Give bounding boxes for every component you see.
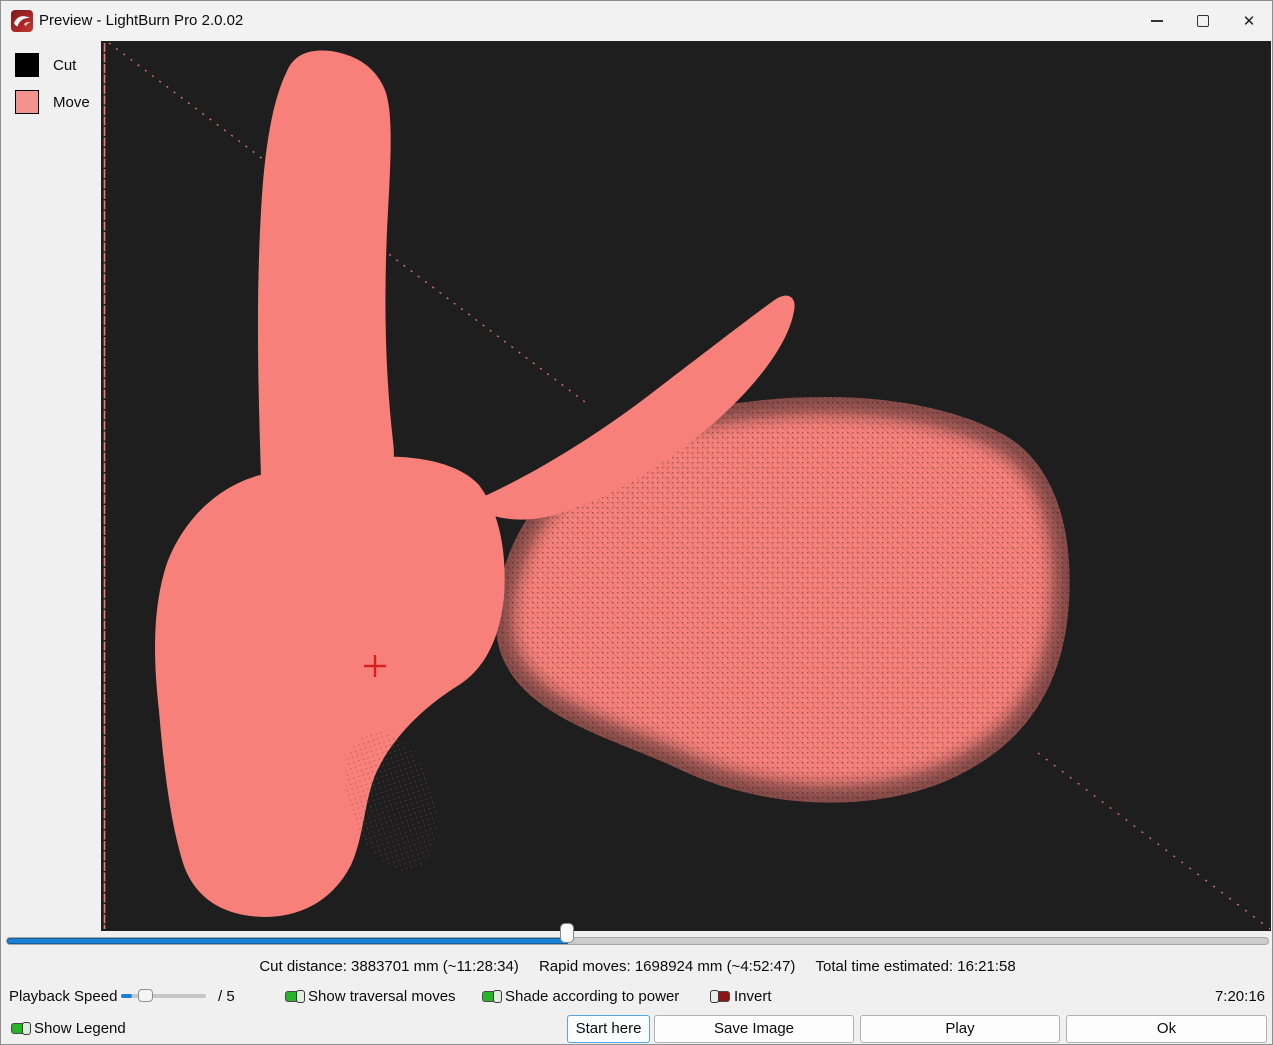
speed-groove [121, 994, 206, 998]
move-color-swatch [15, 90, 39, 114]
playback-speed-slider[interactable] [121, 988, 206, 1004]
toggle-invert[interactable] [711, 991, 730, 1002]
toggle-knob [710, 990, 719, 1003]
bunny-left-ear [258, 51, 394, 481]
rapid-moves-text: Rapid moves: 1698924 mm (~4:52:47) [539, 958, 795, 975]
playback-speed-label: Playback Speed [9, 988, 117, 1005]
laser-preview-render [101, 41, 1271, 931]
maximize-button[interactable] [1180, 1, 1226, 41]
preview-window: Preview - LightBurn Pro 2.0.02 ✕ Cut Mov… [0, 0, 1273, 1045]
titlebar: Preview - LightBurn Pro 2.0.02 ✕ [1, 1, 1272, 41]
cut-distance-text: Cut distance: 3883701 mm (~11:28:34) [259, 958, 518, 975]
cut-color-swatch [15, 53, 39, 77]
preview-canvas [101, 41, 1271, 931]
toggle-knob [22, 1022, 31, 1035]
show-traversal-moves-label: Show traversal moves [308, 988, 456, 1005]
maximize-icon [1197, 15, 1209, 27]
legend-item-cut: Cut [15, 53, 39, 77]
start-here-button[interactable]: Start here [567, 1015, 650, 1043]
controls-row: Playback Speed / 5 Show traversal moves … [1, 985, 1273, 1011]
play-button[interactable]: Play [860, 1015, 1060, 1043]
progress-handle[interactable] [560, 923, 574, 943]
bunny-head [155, 457, 505, 917]
legend-panel: Cut Move [1, 41, 101, 931]
legend-label-move: Move [53, 94, 90, 111]
speed-divisor: / 5 [218, 988, 235, 1005]
toggle-knob [296, 990, 305, 1003]
progress-track[interactable] [6, 937, 1269, 945]
save-image-button[interactable]: Save Image [654, 1015, 854, 1043]
window-title: Preview - LightBurn Pro 2.0.02 [39, 1, 243, 41]
speed-handle[interactable] [138, 989, 153, 1002]
close-icon: ✕ [1243, 12, 1256, 30]
legend-item-move: Move [15, 90, 39, 114]
ok-button[interactable]: Ok [1066, 1015, 1267, 1043]
toggle-show-traversal-moves[interactable] [285, 991, 304, 1002]
toggle-shade-according-to-power[interactable] [482, 991, 501, 1002]
minimize-icon [1151, 20, 1163, 21]
status-bar: Cut distance: 3883701 mm (~11:28:34) Rap… [1, 958, 1273, 975]
shade-according-to-power-label: Shade according to power [505, 988, 679, 1005]
playback-progress-slider[interactable] [1, 930, 1273, 953]
minimize-button[interactable] [1134, 1, 1180, 41]
toggle-show-legend[interactable] [11, 1023, 30, 1034]
speed-fill [121, 994, 132, 998]
playback-time: 7:20:16 [1215, 988, 1265, 1005]
progress-fill [7, 938, 568, 944]
bottom-row: Show Legend Start here Save Image Play O… [1, 1013, 1273, 1045]
invert-label: Invert [734, 988, 772, 1005]
total-time-text: Total time estimated: 16:21:58 [816, 958, 1016, 975]
lightburn-logo-icon [11, 10, 33, 32]
toggle-knob [493, 990, 502, 1003]
traversal-line-bottom [1038, 753, 1270, 929]
legend-label-cut: Cut [53, 57, 76, 74]
close-button[interactable]: ✕ [1226, 1, 1272, 41]
show-legend-label: Show Legend [34, 1020, 126, 1037]
